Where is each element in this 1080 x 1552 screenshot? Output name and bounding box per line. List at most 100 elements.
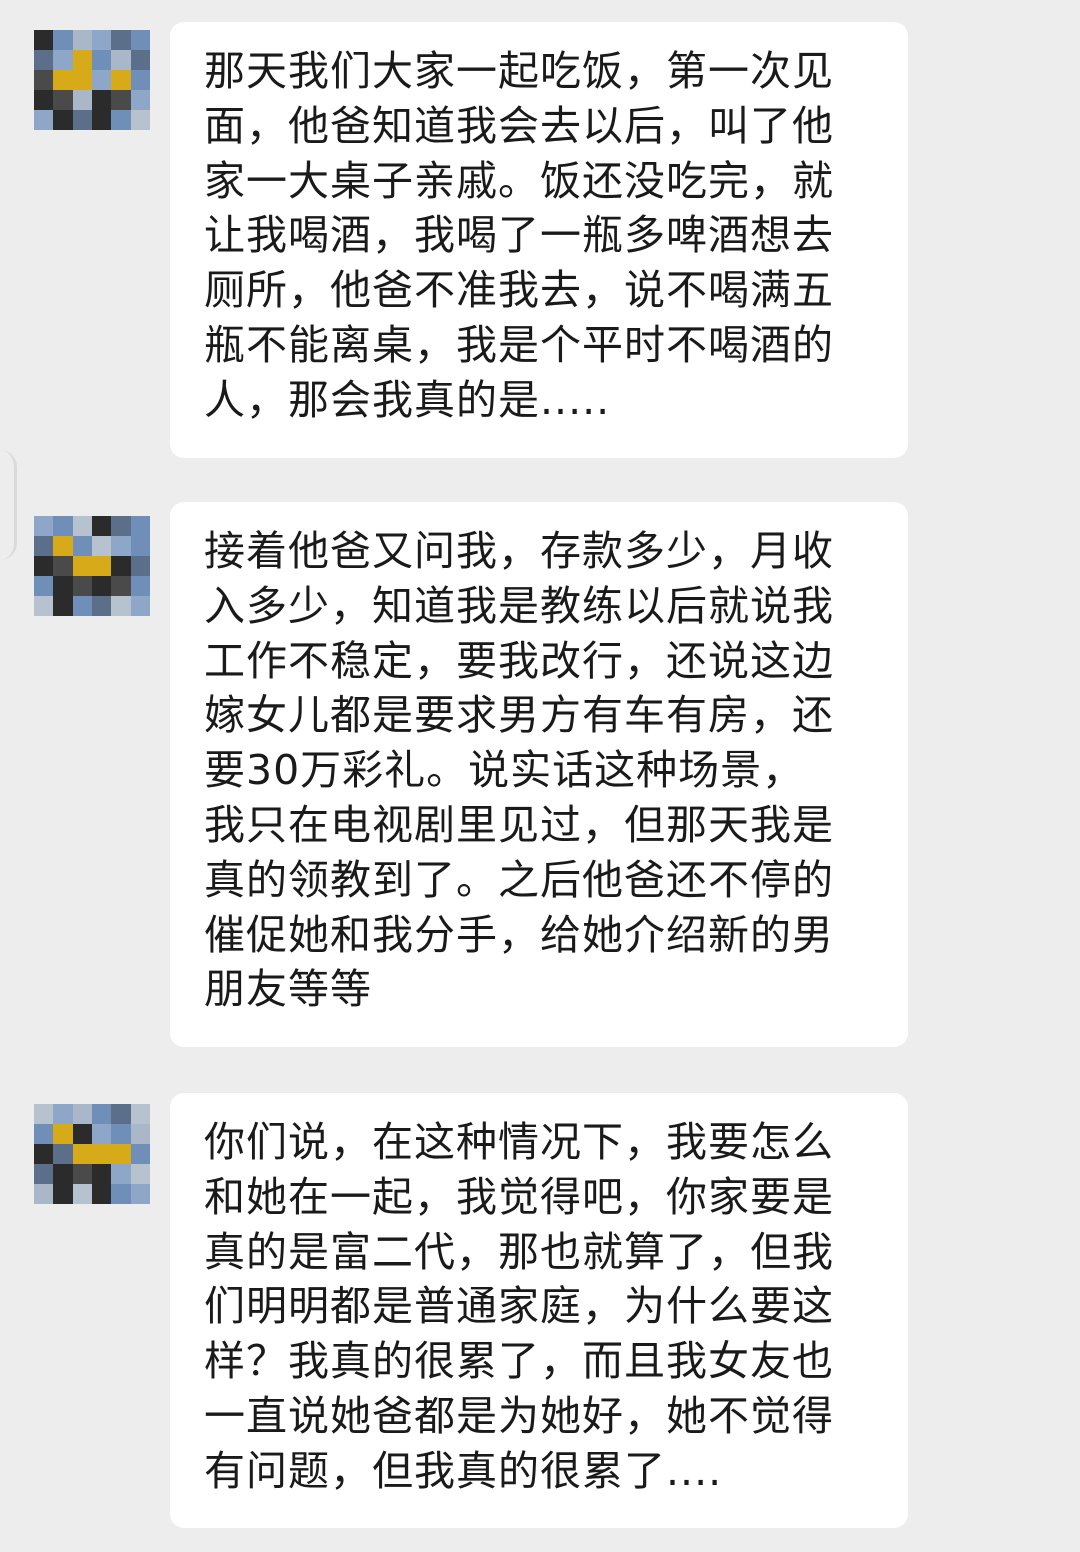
avatar-pixel xyxy=(111,90,131,110)
avatar-pixel xyxy=(53,556,73,576)
message-text: 接着他爸又问我，存款多少，月收 入多少，知道我是教练以后就说我 工作不稳定，要我… xyxy=(204,527,834,1014)
avatar-pixel xyxy=(53,50,73,70)
message-bubble[interactable]: 你们说，在这种情况下，我要怎么 和她在一起，我觉得吧，你家要是 真的是富二代，那… xyxy=(170,1093,908,1528)
avatar-pixel xyxy=(92,50,112,70)
avatar-pixel xyxy=(130,110,150,130)
avatar[interactable] xyxy=(34,30,150,130)
avatar-pixel xyxy=(53,1124,73,1144)
avatar-pixel xyxy=(72,1164,92,1184)
avatar-pixel xyxy=(92,90,112,110)
avatar-pixel xyxy=(130,90,150,110)
avatar-pixel xyxy=(111,1124,131,1144)
avatar-pixel xyxy=(111,1184,131,1204)
avatar-pixel xyxy=(53,1164,73,1184)
avatar-pixel xyxy=(53,70,73,90)
avatar-pixel xyxy=(130,1144,150,1164)
avatar-pixel xyxy=(34,1124,54,1144)
avatar-pixel xyxy=(34,1184,54,1204)
avatar-pixel xyxy=(111,110,131,130)
avatar-pixel xyxy=(92,536,112,556)
message-text: 你们说，在这种情况下，我要怎么 和她在一起，我觉得吧，你家要是 真的是富二代，那… xyxy=(204,1118,834,1495)
avatar-pixel xyxy=(111,50,131,70)
avatar-pixel xyxy=(34,576,54,596)
avatar-pixel xyxy=(34,1164,54,1184)
avatar-pixel xyxy=(53,516,73,536)
avatar-pixel xyxy=(130,1104,150,1124)
avatar-pixel xyxy=(92,1104,112,1124)
avatar-pixel xyxy=(92,1164,112,1184)
avatar-pixel xyxy=(72,70,92,90)
avatar[interactable] xyxy=(34,516,150,616)
avatar-pixel xyxy=(34,70,54,90)
avatar-pixel xyxy=(111,576,131,596)
scroll-edge-indicator xyxy=(0,450,17,560)
avatar-pixel xyxy=(72,556,92,576)
avatar-pixel xyxy=(111,596,131,616)
avatar-pixel xyxy=(130,30,150,50)
avatar-pixel xyxy=(130,596,150,616)
avatar-pixel xyxy=(130,50,150,70)
avatar-pixel xyxy=(92,576,112,596)
avatar-pixel xyxy=(34,536,54,556)
avatar-pixel xyxy=(92,70,112,90)
avatar-pixel xyxy=(72,90,92,110)
avatar-pixel xyxy=(111,556,131,576)
avatar[interactable] xyxy=(34,1104,150,1204)
avatar-pixel xyxy=(130,556,150,576)
avatar-pixel xyxy=(53,90,73,110)
avatar-pixel xyxy=(34,516,54,536)
avatar-pixel xyxy=(72,1124,92,1144)
avatar-pixel xyxy=(72,50,92,70)
avatar-pixel xyxy=(92,596,112,616)
avatar-pixel xyxy=(92,516,112,536)
avatar-pixel xyxy=(92,1184,112,1204)
avatar-pixel xyxy=(111,70,131,90)
avatar-pixel xyxy=(130,1164,150,1184)
avatar-pixel xyxy=(53,596,73,616)
avatar-pixel xyxy=(92,1124,112,1144)
message-text: 那天我们大家一起吃饭，第一次见 面，他爸知道我会去以后，叫了他 家一大桌子亲戚。… xyxy=(204,47,834,424)
avatar-pixel xyxy=(53,1144,73,1164)
avatar-pixel xyxy=(72,596,92,616)
avatar-pixel xyxy=(34,30,54,50)
avatar-pixel xyxy=(34,556,54,576)
avatar-pixel xyxy=(53,110,73,130)
avatar-pixel xyxy=(111,1104,131,1124)
avatar-pixel xyxy=(34,596,54,616)
avatar-pixel xyxy=(72,576,92,596)
avatar-pixel xyxy=(34,110,54,130)
avatar-pixel xyxy=(34,1144,54,1164)
avatar-pixel xyxy=(72,1144,92,1164)
avatar-pixel xyxy=(130,516,150,536)
avatar-pixel xyxy=(72,1104,92,1124)
avatar-pixel xyxy=(34,1104,54,1124)
avatar-pixel xyxy=(53,1184,73,1204)
avatar-pixel xyxy=(92,110,112,130)
avatar-pixel xyxy=(130,1124,150,1144)
avatar-pixel xyxy=(72,536,92,556)
avatar-pixel xyxy=(111,516,131,536)
avatar-pixel xyxy=(72,30,92,50)
avatar-pixel xyxy=(34,50,54,70)
avatar-pixel xyxy=(53,1104,73,1124)
avatar-pixel xyxy=(72,516,92,536)
avatar-pixel xyxy=(130,576,150,596)
avatar-pixel xyxy=(111,1164,131,1184)
avatar-pixel xyxy=(111,30,131,50)
message-bubble[interactable]: 接着他爸又问我，存款多少，月收 入多少，知道我是教练以后就说我 工作不稳定，要我… xyxy=(170,502,908,1047)
avatar-pixel xyxy=(34,90,54,110)
avatar-pixel xyxy=(111,536,131,556)
avatar-pixel xyxy=(72,1184,92,1204)
avatar-pixel xyxy=(111,1144,131,1164)
avatar-pixel xyxy=(130,1184,150,1204)
avatar-pixel xyxy=(92,556,112,576)
avatar-pixel xyxy=(53,536,73,556)
avatar-pixel xyxy=(92,1144,112,1164)
avatar-pixel xyxy=(53,576,73,596)
avatar-pixel xyxy=(130,70,150,90)
avatar-pixel xyxy=(53,30,73,50)
message-bubble[interactable]: 那天我们大家一起吃饭，第一次见 面，他爸知道我会去以后，叫了他 家一大桌子亲戚。… xyxy=(170,22,908,458)
avatar-pixel xyxy=(130,536,150,556)
avatar-pixel xyxy=(72,110,92,130)
avatar-pixel xyxy=(92,30,112,50)
